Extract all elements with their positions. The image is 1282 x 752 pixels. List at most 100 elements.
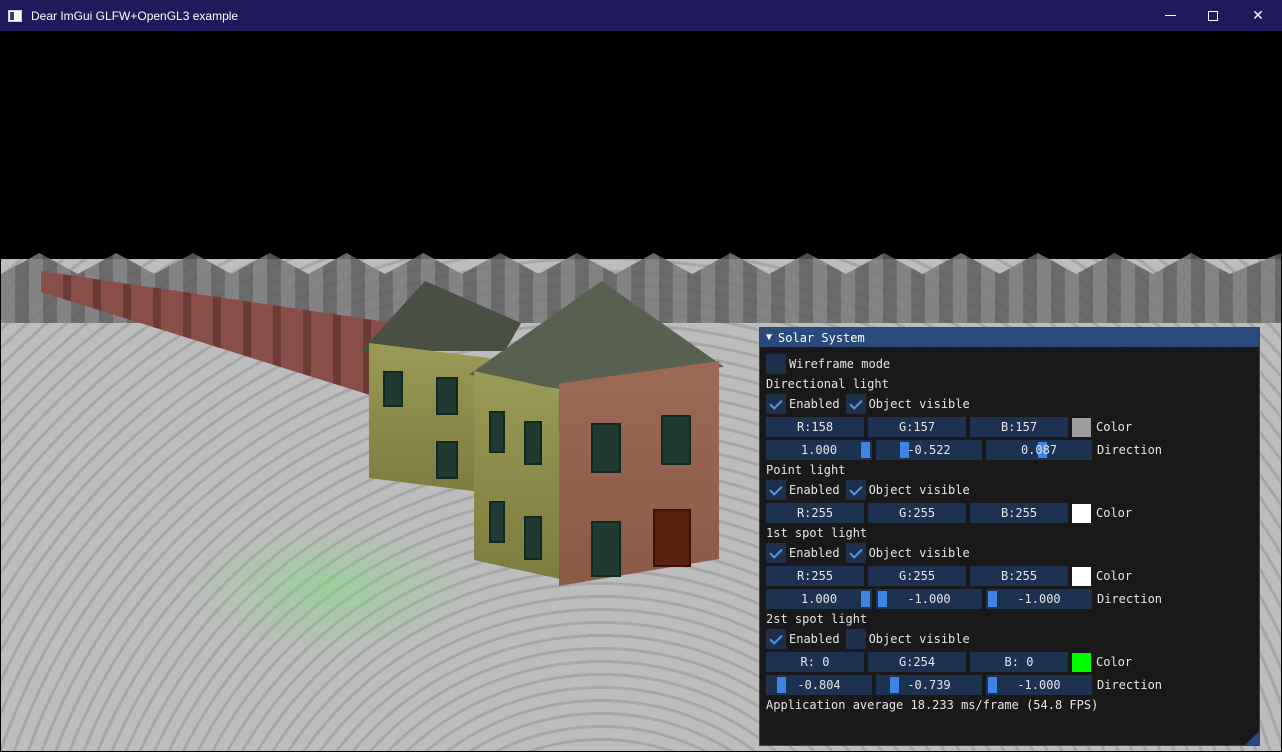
point-heading: Point light — [766, 463, 846, 477]
app-icon — [8, 9, 22, 22]
slider-grab[interactable] — [988, 591, 997, 607]
spot2-dir-x-value: -0.804 — [797, 678, 841, 692]
point-color-row: R:255 G:255 B:255 Color — [766, 503, 1132, 523]
directional-dir-x-slider[interactable]: 1.000 — [766, 440, 872, 460]
spot2-toggles: Enabled Object visible — [766, 629, 976, 649]
directional-enabled-label: Enabled — [789, 397, 840, 411]
spot1-enabled-label: Enabled — [789, 546, 840, 560]
resize-grip[interactable] — [1245, 731, 1259, 745]
solar-system-panel[interactable]: ▼ Solar System Wireframe mode Directiona… — [759, 327, 1260, 746]
spot2-visible-label: Object visible — [868, 632, 970, 646]
maximize-icon — [1208, 10, 1218, 21]
spot2-color-row: R: 0 G:254 B: 0 Color — [766, 652, 1132, 672]
spot2-color-label: Color — [1096, 655, 1133, 669]
point-visible-label: Object visible — [868, 483, 970, 497]
point-color-label: Color — [1096, 506, 1133, 520]
directional-g-field[interactable]: G:157 — [868, 417, 966, 437]
spot2-enabled-label: Enabled — [789, 632, 840, 646]
panel-title: Solar System — [778, 330, 865, 345]
spot1-dir-y-value: -1.000 — [907, 592, 951, 606]
directional-heading: Directional light — [766, 377, 889, 391]
directional-dir-z-value: 0.087 — [1020, 443, 1058, 457]
point-b-field[interactable]: B:255 — [970, 503, 1068, 523]
point-g-field[interactable]: G:255 — [868, 503, 966, 523]
directional-color-swatch[interactable] — [1072, 417, 1091, 437]
spot1-color-swatch[interactable] — [1072, 566, 1091, 586]
spot2-heading-row: 2st spot light — [766, 609, 867, 629]
directional-visible-label: Object visible — [868, 397, 970, 411]
spot2-g-field[interactable]: G:254 — [868, 652, 966, 672]
spot1-dir-x-value: 1.000 — [800, 592, 838, 606]
spot2-dir-y-value: -0.739 — [907, 678, 951, 692]
spot2-dir-y-slider[interactable]: -0.739 — [876, 675, 982, 695]
spot2-color-swatch[interactable] — [1072, 652, 1091, 672]
window-titlebar[interactable]: Dear ImGui GLFW+OpenGL3 example ✕ — [0, 0, 1282, 31]
spot1-g-field[interactable]: G:255 — [868, 566, 966, 586]
spot1-visible-checkbox[interactable] — [845, 543, 866, 563]
spot1-dir-x-slider[interactable]: 1.000 — [766, 589, 872, 609]
spot1-direction-label: Direction — [1097, 592, 1163, 606]
directional-toggles: Enabled Object visible — [766, 394, 976, 414]
directional-enabled-checkbox[interactable] — [766, 394, 786, 414]
fps-text: Application average 18.233 ms/frame (54.… — [766, 698, 1099, 712]
directional-color-label: Color — [1096, 420, 1133, 434]
point-r-field[interactable]: R:255 — [766, 503, 864, 523]
wireframe-label: Wireframe mode — [789, 357, 891, 371]
spot1-b-field[interactable]: B:255 — [970, 566, 1068, 586]
wireframe-row: Wireframe mode — [766, 354, 890, 374]
point-enabled-checkbox[interactable] — [766, 480, 786, 500]
window-title: Dear ImGui GLFW+OpenGL3 example — [31, 8, 239, 23]
directional-dir-y-value: -0.522 — [907, 443, 951, 457]
spot2-r-field[interactable]: R: 0 — [766, 652, 864, 672]
spot2-heading: 2st spot light — [766, 612, 868, 626]
minimize-button[interactable] — [1147, 0, 1193, 31]
spot2-direction-label: Direction — [1097, 678, 1163, 692]
directional-color-row: R:158 G:157 B:157 Color — [766, 417, 1132, 437]
directional-r-field[interactable]: R:158 — [766, 417, 864, 437]
house-front — [469, 281, 724, 591]
spot1-heading: 1st spot light — [766, 526, 868, 540]
spot1-toggles: Enabled Object visible — [766, 543, 976, 563]
wireframe-checkbox[interactable] — [766, 354, 786, 374]
minimize-icon — [1164, 15, 1176, 16]
directional-visible-checkbox[interactable] — [845, 394, 866, 414]
slider-grab[interactable] — [861, 591, 870, 607]
spot2-dir-z-slider[interactable]: -1.000 — [986, 675, 1092, 695]
spot1-dir-z-slider[interactable]: -1.000 — [986, 589, 1092, 609]
spot2-dir-z-value: -1.000 — [1017, 678, 1061, 692]
directional-dir-x-value: 1.000 — [800, 443, 838, 457]
directional-dir-y-slider[interactable]: -0.522 — [876, 440, 982, 460]
spot1-visible-label: Object visible — [868, 546, 970, 560]
spot1-heading-row: 1st spot light — [766, 523, 867, 543]
spot1-color-label: Color — [1096, 569, 1133, 583]
directional-dir-z-slider[interactable]: 0.087 — [986, 440, 1092, 460]
spot1-enabled-checkbox[interactable] — [766, 543, 786, 563]
directional-b-field[interactable]: B:157 — [970, 417, 1068, 437]
slider-grab[interactable] — [861, 442, 870, 458]
spot2-b-field[interactable]: B: 0 — [970, 652, 1068, 672]
point-enabled-label: Enabled — [789, 483, 840, 497]
spot1-r-field[interactable]: R:255 — [766, 566, 864, 586]
spot1-direction-row: 1.000 -1.000 -1.000 Direction — [766, 589, 1162, 609]
spot1-color-row: R:255 G:255 B:255 Color — [766, 566, 1132, 586]
spot1-dir-y-slider[interactable]: -1.000 — [876, 589, 982, 609]
panel-titlebar[interactable]: ▼ Solar System — [760, 328, 1259, 347]
spot1-dir-z-value: -1.000 — [1017, 592, 1061, 606]
close-button[interactable]: ✕ — [1235, 0, 1281, 31]
close-icon: ✕ — [1252, 7, 1264, 24]
directional-direction-row: 1.000 -0.522 0.087 Direction — [766, 440, 1162, 460]
spot2-enabled-checkbox[interactable] — [766, 629, 786, 649]
spot2-dir-x-slider[interactable]: -0.804 — [766, 675, 872, 695]
collapse-arrow-icon[interactable]: ▼ — [766, 332, 772, 343]
point-color-swatch[interactable] — [1072, 503, 1091, 523]
spot2-visible-checkbox[interactable] — [845, 629, 866, 649]
point-visible-checkbox[interactable] — [845, 480, 866, 500]
directional-heading-row: Directional light — [766, 374, 889, 394]
house-door — [653, 509, 691, 567]
slider-grab[interactable] — [878, 591, 887, 607]
slider-grab[interactable] — [890, 677, 899, 693]
slider-grab[interactable] — [777, 677, 786, 693]
slider-grab[interactable] — [988, 677, 997, 693]
spot2-direction-row: -0.804 -0.739 -1.000 Direction — [766, 675, 1162, 695]
maximize-button[interactable] — [1190, 0, 1236, 31]
